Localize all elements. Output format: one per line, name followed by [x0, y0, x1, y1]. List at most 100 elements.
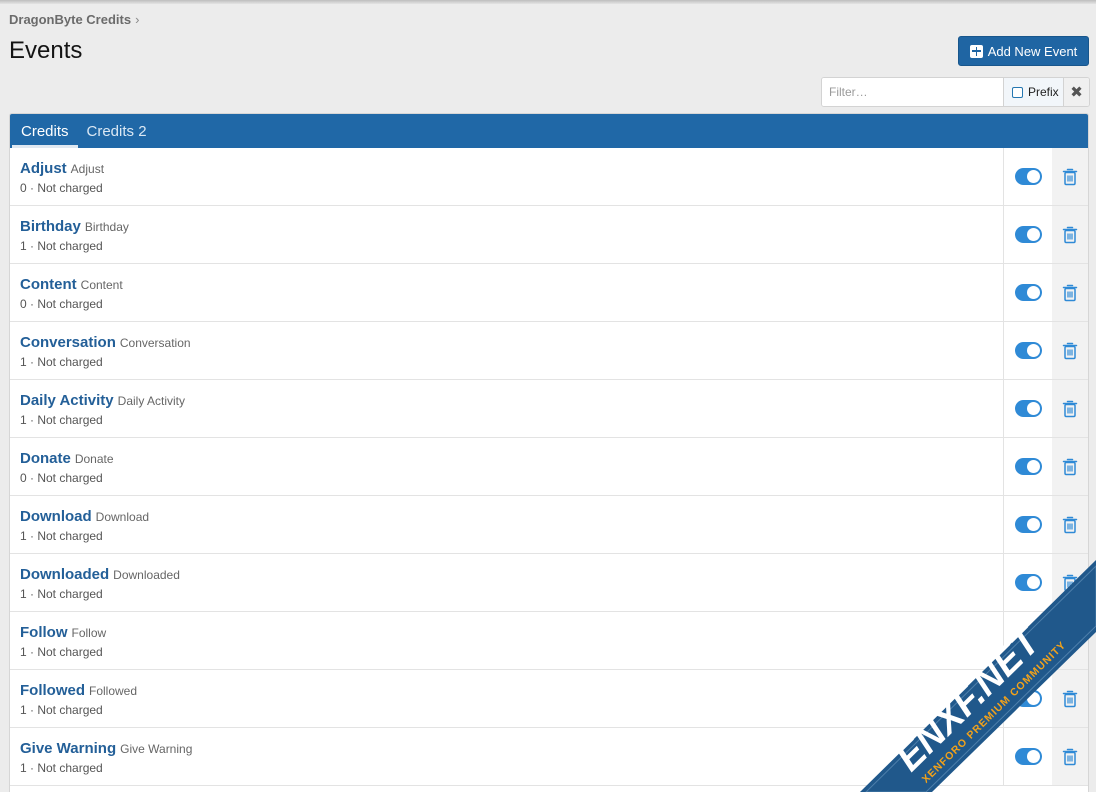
event-row: Content Content 0 · Not charged — [10, 264, 1088, 322]
event-link[interactable]: Give Warning Give Warning 1 · Not charged — [10, 728, 1003, 785]
event-link[interactable]: Download Download 1 · Not charged — [10, 496, 1003, 553]
toggle-cell — [1003, 206, 1052, 263]
event-row: Followed Followed 1 · Not charged — [10, 670, 1088, 728]
event-link[interactable]: Content Content 0 · Not charged — [10, 264, 1003, 321]
event-hint: Followed — [89, 684, 138, 698]
event-title[interactable]: Followed — [20, 682, 85, 699]
toggle-cell — [1003, 554, 1052, 611]
event-heading: Donate Donate — [20, 450, 993, 468]
delete-button[interactable] — [1052, 554, 1088, 611]
event-link[interactable]: Donate Donate 0 · Not charged — [10, 438, 1003, 495]
enable-toggle[interactable] — [1014, 690, 1042, 707]
event-meta: 1 · Not charged — [20, 645, 103, 659]
event-row: Download Download 1 · Not charged — [10, 496, 1088, 554]
delete-button[interactable] — [1052, 264, 1088, 321]
event-title[interactable]: Adjust — [20, 160, 67, 177]
prefix-checkbox[interactable]: Prefix — [1003, 78, 1063, 106]
delete-button[interactable] — [1052, 728, 1088, 785]
enable-toggle[interactable] — [1014, 632, 1042, 649]
breadcrumb-link[interactable]: DragonByte Credits — [9, 12, 131, 27]
event-link[interactable]: Follow Follow 1 · Not charged — [10, 612, 1003, 669]
events-block: Credits Credits 2 Adjust Adjust 0 · Not ch… — [9, 113, 1089, 792]
event-row: Birthday Birthday 1 · Not charged — [10, 206, 1088, 264]
delete-button[interactable] — [1052, 496, 1088, 553]
trash-icon — [1062, 748, 1078, 765]
event-meta: 1 · Not charged — [20, 355, 103, 369]
event-hint: Birthday — [84, 220, 129, 234]
event-link[interactable]: Followed Followed 1 · Not charged — [10, 670, 1003, 727]
event-meta: 0 · Not charged — [20, 181, 103, 195]
delete-button[interactable] — [1052, 380, 1088, 437]
event-meta: 1 · Not charged — [20, 587, 103, 601]
event-title[interactable]: Birthday — [20, 218, 81, 235]
event-title[interactable]: Downloaded — [20, 566, 109, 583]
delete-button[interactable] — [1052, 438, 1088, 495]
toggle-cell — [1003, 670, 1052, 727]
enable-toggle[interactable] — [1014, 342, 1042, 359]
event-heading: Adjust Adjust — [20, 160, 993, 178]
delete-button[interactable] — [1052, 206, 1088, 263]
event-title[interactable]: Donate — [20, 450, 71, 467]
event-title[interactable]: Follow — [20, 624, 68, 641]
clear-filter-button[interactable]: ✖ — [1063, 78, 1089, 106]
event-hint: Daily Activity — [117, 394, 186, 408]
event-row: Conversation Conversation 1 · Not charged — [10, 322, 1088, 380]
enable-toggle[interactable] — [1014, 226, 1042, 243]
close-icon: ✖ — [1070, 84, 1083, 101]
enable-toggle[interactable] — [1014, 284, 1042, 301]
event-list: Adjust Adjust 0 · Not charged Birthday Birth… — [10, 148, 1088, 786]
delete-button[interactable] — [1052, 148, 1088, 205]
filter-input[interactable] — [822, 78, 1003, 106]
event-link[interactable]: Adjust Adjust 0 · Not charged — [10, 148, 1003, 205]
event-meta: 1 · Not charged — [20, 239, 103, 253]
enable-toggle[interactable] — [1014, 400, 1042, 417]
delete-button[interactable] — [1052, 322, 1088, 379]
checkbox-icon[interactable] — [1012, 86, 1023, 98]
event-hint: Conversation — [119, 336, 191, 350]
enable-toggle[interactable] — [1014, 748, 1042, 765]
event-link[interactable]: Daily Activity Daily Activity 1 · Not char… — [10, 380, 1003, 437]
enable-toggle[interactable] — [1014, 574, 1042, 591]
toggle-cell — [1003, 380, 1052, 437]
event-title[interactable]: Conversation — [20, 334, 116, 351]
filter-bar: Prefix ✖ — [821, 77, 1090, 107]
event-heading: Give Warning Give Warning — [20, 740, 993, 758]
tab-credits[interactable]: Credits — [12, 114, 78, 148]
breadcrumb[interactable]: DragonByte Credits › — [9, 12, 139, 27]
trash-icon — [1062, 284, 1078, 301]
event-hint: Content — [80, 278, 123, 292]
enable-toggle[interactable] — [1014, 516, 1042, 533]
event-title[interactable]: Give Warning — [20, 740, 116, 757]
trash-icon — [1062, 574, 1078, 591]
prefix-label: Prefix — [1028, 85, 1059, 99]
toggle-cell — [1003, 322, 1052, 379]
add-new-event-button[interactable]: Add New Event — [958, 36, 1089, 66]
delete-button[interactable] — [1052, 612, 1088, 669]
trash-icon — [1062, 458, 1078, 475]
event-title[interactable]: Download — [20, 508, 92, 525]
event-row: Follow Follow 1 · Not charged — [10, 612, 1088, 670]
delete-button[interactable] — [1052, 670, 1088, 727]
event-hint: Donate — [74, 452, 114, 466]
top-border — [0, 0, 1096, 4]
toggle-cell — [1003, 438, 1052, 495]
event-link[interactable]: Birthday Birthday 1 · Not charged — [10, 206, 1003, 263]
trash-icon — [1062, 342, 1078, 359]
event-title[interactable]: Content — [20, 276, 77, 293]
event-heading: Birthday Birthday — [20, 218, 993, 236]
tab-bar: Credits Credits 2 — [10, 114, 1088, 148]
event-hint: Downloaded — [113, 568, 180, 582]
enable-toggle[interactable] — [1014, 458, 1042, 475]
trash-icon — [1062, 516, 1078, 533]
event-heading: Download Download — [20, 508, 993, 526]
page-title: Events — [9, 37, 83, 64]
add-new-event-label: Add New Event — [987, 43, 1078, 59]
event-title[interactable]: Daily Activity — [20, 392, 114, 409]
event-meta: 1 · Not charged — [20, 761, 103, 775]
enable-toggle[interactable] — [1014, 168, 1042, 185]
trash-icon — [1062, 168, 1078, 185]
event-link[interactable]: Conversation Conversation 1 · Not charged — [10, 322, 1003, 379]
event-link[interactable]: Downloaded Downloaded 1 · Not charged — [10, 554, 1003, 611]
trash-icon — [1062, 226, 1078, 243]
tab-credits-2[interactable]: Credits 2 — [78, 114, 156, 148]
